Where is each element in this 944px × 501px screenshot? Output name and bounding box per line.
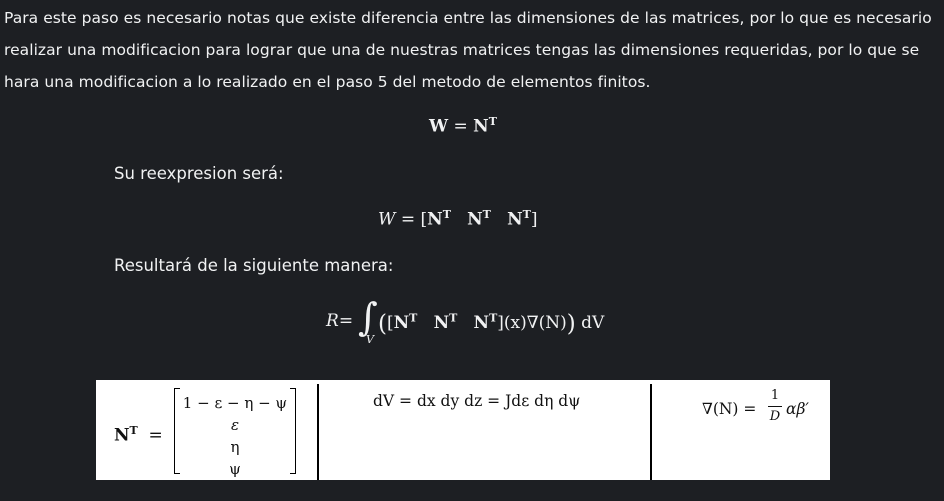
dv-definition: dV = dx dy dz = Jdε dη dψ xyxy=(373,392,581,410)
fraction-1-over-d: 1D xyxy=(768,388,782,424)
definitions-panel: NT = 1 − ε − η − ψ ε η ψ dV = dx dy dz =… xyxy=(96,380,830,480)
gradient-definition: ∇(N) = xyxy=(702,400,762,418)
equation-r-integral: R= ∫ V ([NT NT NT](x)∇(N)) dV xyxy=(326,295,605,346)
divider xyxy=(650,384,652,480)
shape-function-matrix: 1 − ε − η − ψ ε η ψ xyxy=(174,388,296,478)
nt-label: NT = xyxy=(114,424,163,446)
equation-w-equals-nt: W = NT xyxy=(429,115,497,137)
alpha-beta: αβ′ xyxy=(786,400,809,418)
label-resultara: Resultará de la siguiente manera: xyxy=(114,256,394,275)
equation-w-expanded: W = [NT NT NT] xyxy=(378,208,538,230)
label-reexpresion: Su reexpresion será: xyxy=(114,164,284,183)
intro-paragraph: Para este paso es necesario notas que ex… xyxy=(4,9,932,91)
divider xyxy=(317,384,319,480)
